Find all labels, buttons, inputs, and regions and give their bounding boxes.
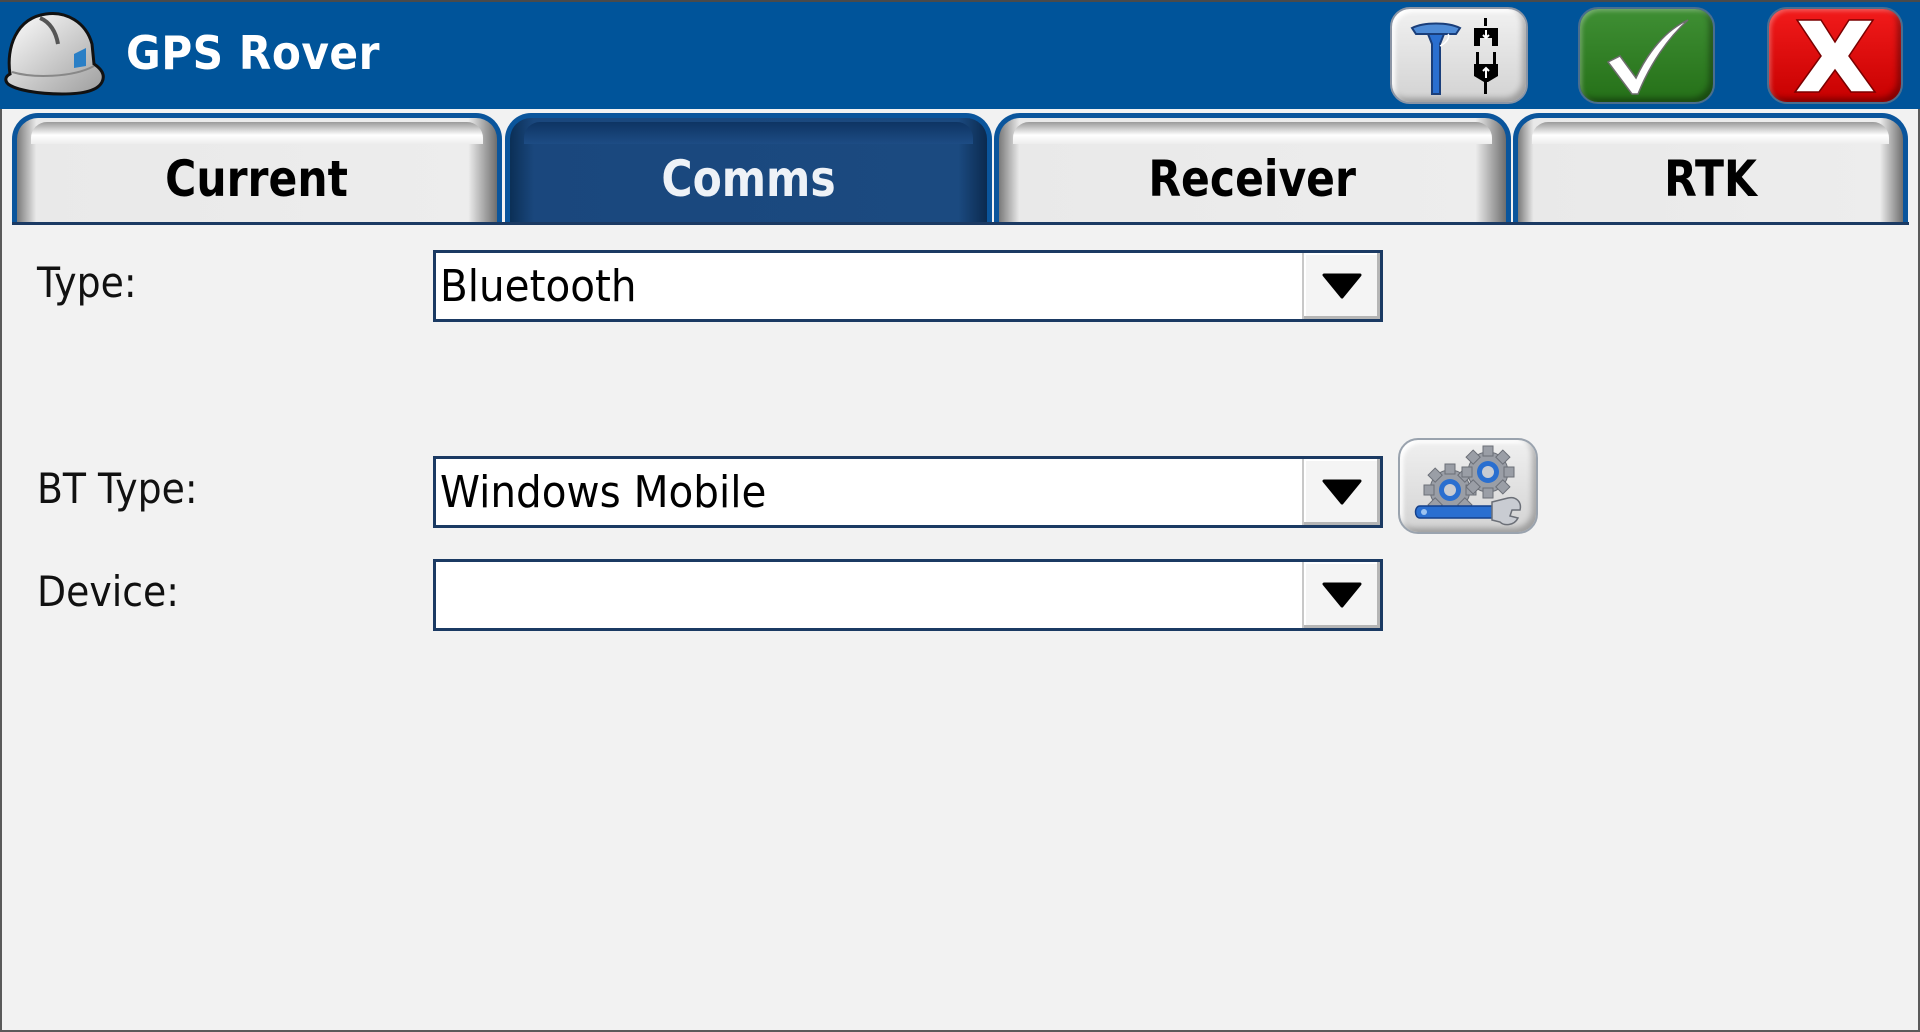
bluetooth-settings-button[interactable] — [1398, 438, 1538, 534]
bt-type-dropdown-button[interactable] — [1302, 459, 1380, 525]
tab-current-label: Current — [165, 150, 349, 208]
device-dropdown-button[interactable] — [1302, 562, 1380, 628]
type-dropdown[interactable]: Bluetooth — [433, 250, 1383, 322]
bt-type-dropdown-value: Windows Mobile — [440, 467, 767, 518]
bt-type-label: BT Type: — [37, 464, 198, 513]
hard-hat-icon — [4, 12, 105, 96]
tab-rtk-label: RTK — [1664, 150, 1757, 208]
gears-wrench-icon — [1414, 445, 1522, 526]
tab-receiver[interactable]: Receiver — [994, 113, 1511, 222]
close-x-icon — [1793, 18, 1877, 93]
tab-comms-label: Comms — [661, 150, 836, 208]
tab-comms[interactable]: Comms — [505, 113, 992, 222]
device-dropdown[interactable] — [433, 559, 1383, 631]
type-dropdown-button[interactable] — [1302, 253, 1380, 319]
chevron-down-icon — [1322, 273, 1362, 299]
type-label: Type: — [37, 258, 137, 307]
tab-current[interactable]: Current — [12, 113, 502, 222]
checkmark-icon — [1606, 18, 1689, 95]
tab-rtk[interactable]: RTK — [1513, 113, 1908, 222]
device-label: Device: — [37, 567, 180, 616]
tab-underline — [12, 222, 1909, 225]
bt-type-dropdown[interactable]: Windows Mobile — [433, 456, 1383, 528]
page-title: GPS Rover — [126, 26, 380, 80]
chevron-down-icon — [1322, 582, 1362, 608]
type-dropdown-value: Bluetooth — [440, 261, 637, 312]
gps-antenna-plug-icon — [1410, 17, 1498, 95]
chevron-down-icon — [1322, 479, 1362, 505]
tab-receiver-label: Receiver — [1148, 150, 1357, 208]
accept-button[interactable] — [1578, 7, 1715, 104]
gps-connect-button[interactable] — [1390, 7, 1528, 104]
title-bar: GPS Rover — [0, 0, 1920, 109]
cancel-button[interactable] — [1767, 7, 1903, 104]
